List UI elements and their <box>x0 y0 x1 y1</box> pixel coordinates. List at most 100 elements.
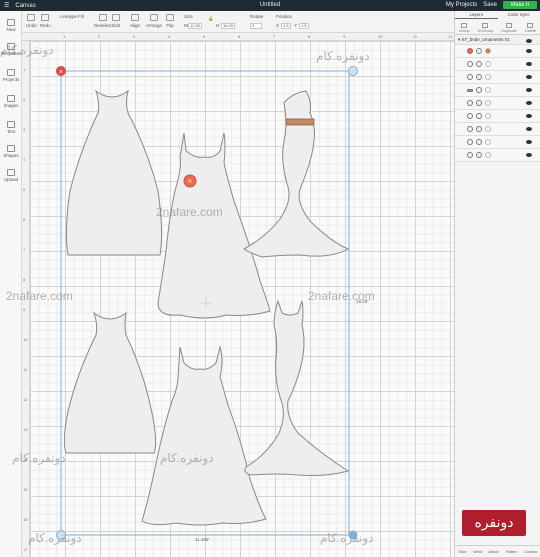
cut-icon[interactable] <box>476 152 482 158</box>
my-projects-link[interactable]: My Projects <box>446 2 477 8</box>
layer-row[interactable] <box>455 97 540 110</box>
color-swatch-icon[interactable] <box>485 87 491 93</box>
color-swatch-icon[interactable] <box>485 113 491 119</box>
undo-icon <box>27 14 36 21</box>
y-position-field[interactable]: 1.5 <box>299 23 309 29</box>
weld-button[interactable]: Weld <box>473 550 482 554</box>
lock-icon[interactable]: 🔒 <box>208 16 214 22</box>
layer-row[interactable] <box>455 84 540 97</box>
y-label: Y <box>294 23 298 28</box>
ruler-tick-label: 5 <box>203 34 206 39</box>
ruler-tick-label: 10 <box>378 34 383 39</box>
sidebar-item-images[interactable]: Images <box>0 95 22 108</box>
attach-button[interactable]: Attach <box>488 550 499 554</box>
sidebar-item-upload[interactable]: Upload <box>0 169 22 182</box>
color-swatch-icon[interactable] <box>485 48 491 54</box>
cut-icon[interactable] <box>476 87 482 93</box>
eye-icon[interactable] <box>526 101 532 105</box>
layer-row[interactable] <box>455 58 540 71</box>
color-swatch-icon[interactable] <box>485 126 491 132</box>
eye-icon[interactable] <box>526 114 532 118</box>
cut-icon[interactable] <box>476 61 482 67</box>
rotate-handle[interactable] <box>348 66 358 76</box>
dress-shape[interactable] <box>244 299 350 476</box>
dress-shape[interactable] <box>157 132 271 319</box>
color-swatch-icon[interactable] <box>485 74 491 80</box>
layer-group-row[interactable]: ▾ ST_bride_ornaments 01 <box>455 35 540 45</box>
edit-button[interactable]: Edit <box>112 14 120 28</box>
dress-shape[interactable] <box>141 345 267 526</box>
color-swatch-icon[interactable] <box>485 100 491 106</box>
layer-row[interactable] <box>455 45 540 58</box>
flatten-button[interactable]: Flatten <box>506 550 518 554</box>
layer-row[interactable] <box>455 71 540 84</box>
contour-button[interactable]: Contour <box>524 550 538 554</box>
width-field[interactable]: 11.38 <box>188 23 202 29</box>
eye-icon[interactable] <box>526 62 532 66</box>
eye-icon[interactable] <box>526 39 532 43</box>
tab-color-sync[interactable]: Color Sync <box>498 11 540 19</box>
color-swatch-icon[interactable] <box>485 61 491 67</box>
belt-shape[interactable] <box>285 118 315 126</box>
watermark: 2nafare.com <box>308 289 375 303</box>
cut-icon[interactable] <box>476 100 482 106</box>
layer-row[interactable] <box>455 110 540 123</box>
eye-icon[interactable] <box>526 75 532 79</box>
flip-button[interactable]: Flip <box>166 14 174 28</box>
delete-button[interactable]: Delete <box>525 23 536 33</box>
ungroup-button[interactable]: UnGroup <box>478 23 493 33</box>
cut-icon[interactable] <box>476 74 482 80</box>
undo-button[interactable]: Undo <box>26 14 37 28</box>
chevron-down-icon[interactable]: ▾ <box>458 37 460 42</box>
color-swatch-icon[interactable] <box>485 139 491 145</box>
height-field[interactable]: 16.29 <box>221 23 235 29</box>
arrange-button[interactable]: Arrange <box>146 14 162 28</box>
color-swatch-icon[interactable] <box>485 152 491 158</box>
ruler-tick-label: 16 <box>23 517 28 522</box>
arrange-icon <box>150 14 158 21</box>
sidebar-item-projects[interactable]: Projects <box>0 69 22 82</box>
sidebar-item-new[interactable]: New <box>0 19 22 32</box>
ruler-tick-label: 10 <box>23 337 28 342</box>
duplicate-button[interactable]: Duplicate <box>501 23 517 33</box>
dress-layer-icon <box>467 139 473 145</box>
dress-shape[interactable] <box>243 90 350 258</box>
fill-control[interactable]: Fill <box>78 14 84 19</box>
rotate-field[interactable]: 0 <box>250 23 262 29</box>
canvas-artwork: × <box>56 66 358 540</box>
height-label: H <box>216 23 220 28</box>
layer-row[interactable] <box>455 136 540 149</box>
deselect-button[interactable]: Deselect <box>94 14 112 28</box>
eye-icon[interactable] <box>526 153 532 157</box>
layer-row[interactable] <box>455 123 540 136</box>
sidebar-item-shapes[interactable]: Shapes <box>0 145 22 158</box>
redo-button[interactable]: Redo <box>40 14 51 28</box>
sidebar-item-text[interactable]: Text <box>0 121 22 134</box>
linetype-control[interactable]: Linetype <box>60 14 77 19</box>
ruler-tick-label: 17 <box>23 547 28 552</box>
tab-layers[interactable]: Layers <box>455 11 498 19</box>
layer-row[interactable] <box>455 149 540 162</box>
ruler-tick-label: 12 <box>23 397 28 402</box>
slice-button[interactable]: Slice <box>458 550 466 554</box>
eye-icon[interactable] <box>526 127 532 131</box>
cut-icon[interactable] <box>476 126 482 132</box>
ruler-tick-label: 8 <box>23 277 26 282</box>
x-position-field[interactable]: 1.5 <box>281 23 291 29</box>
save-button[interactable]: Save <box>483 2 497 8</box>
cut-icon[interactable] <box>476 113 482 119</box>
cut-icon[interactable] <box>476 48 482 54</box>
group-button[interactable]: Group <box>459 23 470 33</box>
projects-icon <box>7 69 15 76</box>
selection-width-label: 11.386" <box>195 537 211 542</box>
align-button[interactable]: Align <box>130 14 140 28</box>
design-canvas[interactable]: × 11.386" 16.29" دونفره.کام دونفره.کام 2… <box>0 41 454 557</box>
eye-icon[interactable] <box>526 88 532 92</box>
cut-icon[interactable] <box>476 139 482 145</box>
make-it-button[interactable]: Make It <box>502 1 537 9</box>
watermark: دونفره.کام <box>160 451 214 465</box>
eye-icon[interactable] <box>526 140 532 144</box>
dress-shape[interactable] <box>65 89 163 256</box>
dress-shape[interactable] <box>63 311 157 454</box>
eye-icon[interactable] <box>526 49 532 53</box>
